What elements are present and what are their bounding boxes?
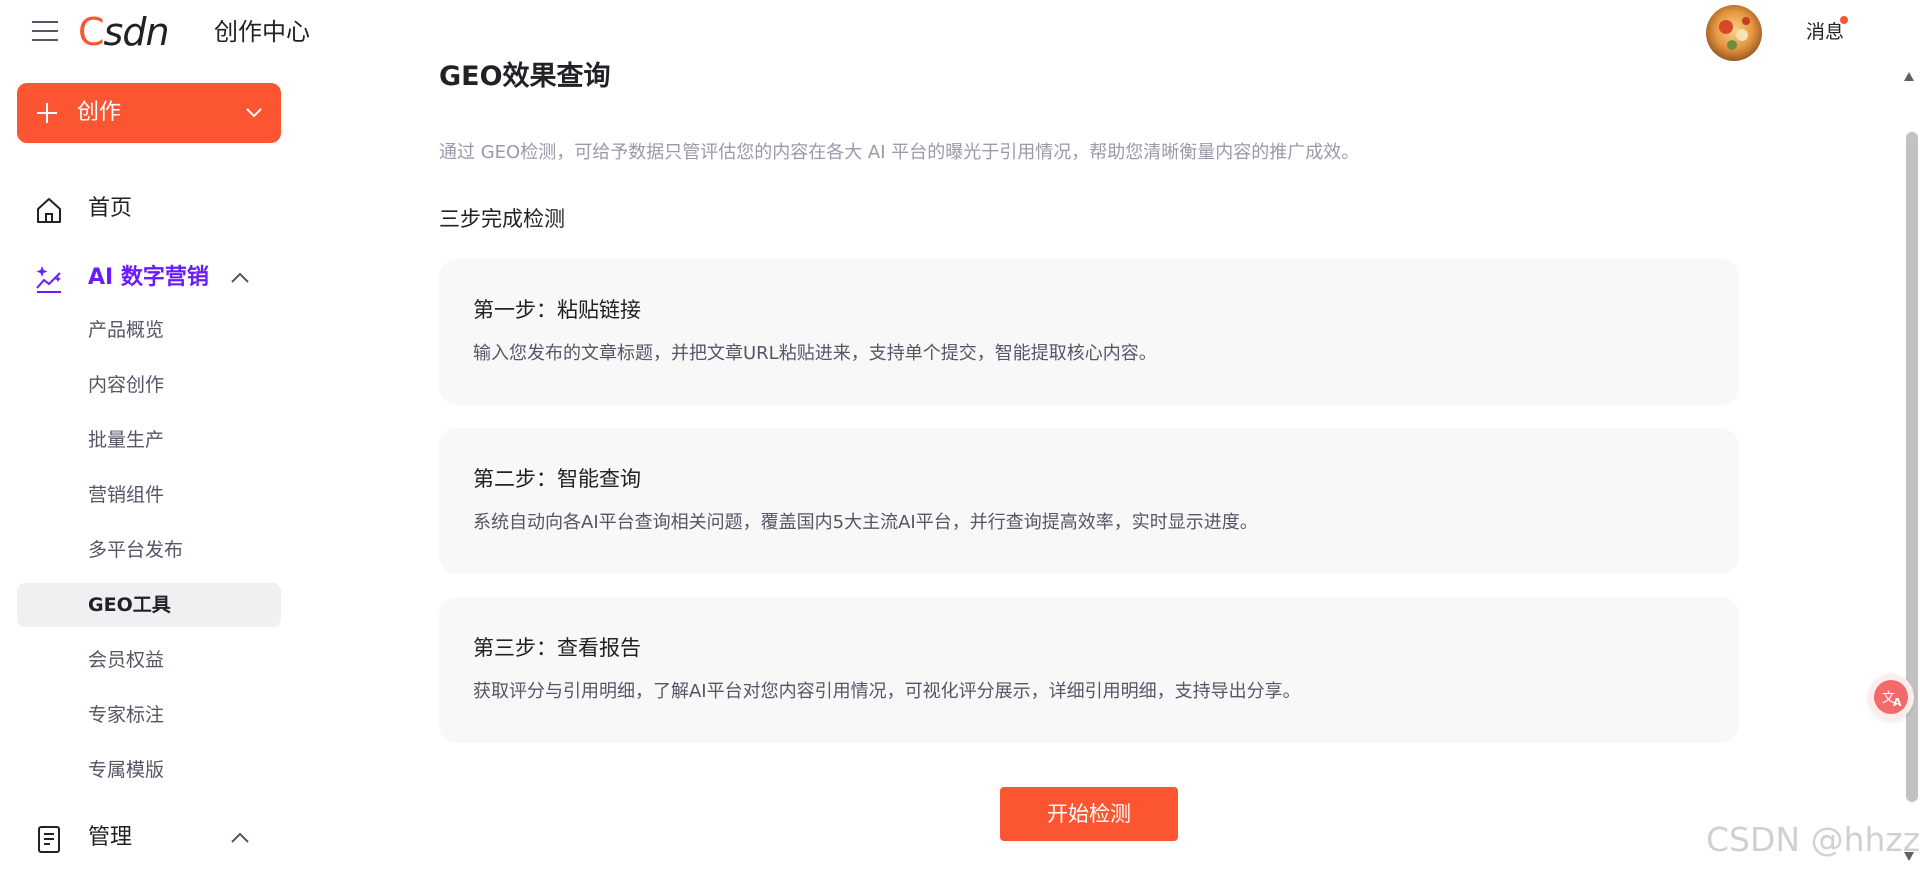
sidebar-subitem-label: 批量生产 bbox=[88, 429, 165, 451]
csdn-logo[interactable]: Csdn bbox=[78, 8, 170, 56]
sidebar-subitem-label: 多平台发布 bbox=[88, 539, 184, 561]
sidebar: 创作 首页 AI 数字营销 产品概览 内容创作 批量生产 营销组件 多平台发布 … bbox=[0, 64, 300, 869]
svg-text:A: A bbox=[1893, 696, 1902, 709]
step-description: 获取评分与引用明细，了解AI平台对您内容引用情况，可视化评分展示，详细引用明细，… bbox=[473, 681, 1301, 702]
sidebar-subitem-multi-platform-publish[interactable]: 多平台发布 bbox=[17, 528, 281, 572]
sidebar-subitem-batch-production[interactable]: 批量生产 bbox=[17, 418, 281, 462]
translate-icon: 文 A bbox=[1874, 680, 1908, 714]
translate-float-button[interactable]: 文 A bbox=[1868, 674, 1914, 720]
step-title: 第二步：智能查询 bbox=[473, 467, 641, 491]
chevron-down-icon[interactable] bbox=[245, 105, 263, 119]
step-card-2: 第二步：智能查询 系统自动向各AI平台查询相关问题，覆盖国内5大主流AI平台，并… bbox=[439, 428, 1739, 574]
sidebar-subitem-label: 产品概览 bbox=[88, 319, 165, 341]
start-detection-button[interactable]: 开始检测 bbox=[1000, 787, 1178, 841]
home-icon bbox=[37, 198, 61, 223]
scroll-up-arrow[interactable] bbox=[1904, 72, 1914, 81]
menu-icon[interactable] bbox=[32, 20, 58, 42]
sidebar-subitem-marketing-components[interactable]: 营销组件 bbox=[17, 473, 281, 517]
step-card-1: 第一步：粘贴链接 输入您发布的文章标题，并把文章URL粘贴进来，支持单个提交，智… bbox=[439, 259, 1739, 405]
sidebar-item-label: 首页 bbox=[88, 196, 133, 221]
top-bar: Csdn 创作中心 消息 bbox=[0, 0, 1920, 64]
logo-text: Csdn bbox=[78, 10, 170, 54]
page-description: 通过 GEO检测，可给予数据只管评估您的内容在各大 AI 平台的曝光于引用情况，… bbox=[439, 142, 1360, 163]
steps-heading: 三步完成检测 bbox=[439, 207, 565, 231]
sidebar-subitem-member-benefits[interactable]: 会员权益 bbox=[17, 638, 281, 682]
sidebar-subitem-label: GEO工具 bbox=[88, 594, 171, 616]
step-card-3: 第三步：查看报告 获取评分与引用明细，了解AI平台对您内容引用情况，可视化评分展… bbox=[439, 597, 1739, 743]
sidebar-subitem-label: 营销组件 bbox=[88, 484, 165, 506]
plus-icon bbox=[37, 103, 57, 123]
page-title: GEO效果查询 bbox=[439, 61, 611, 92]
step-description: 输入您发布的文章标题，并把文章URL粘贴进来，支持单个提交，智能提取核心内容。 bbox=[473, 343, 1157, 364]
sidebar-subitem-product-overview[interactable]: 产品概览 bbox=[17, 308, 281, 352]
sidebar-subitem-content-creation[interactable]: 内容创作 bbox=[17, 363, 281, 407]
sidebar-item-ai-marketing[interactable]: AI 数字营销 bbox=[0, 250, 300, 306]
sidebar-subitem-label: 专家标注 bbox=[88, 704, 165, 726]
sidebar-subitem-geo-tool[interactable]: GEO工具 bbox=[17, 583, 281, 627]
chevron-up-icon[interactable] bbox=[230, 272, 250, 284]
sidebar-subitem-label: 专属模版 bbox=[88, 759, 165, 781]
sidebar-subitem-expert-annotation[interactable]: 专家标注 bbox=[17, 693, 281, 737]
sidebar-subitem-label: 会员权益 bbox=[88, 649, 165, 671]
watermark: CSDN @hhzz bbox=[1706, 820, 1920, 859]
step-description: 系统自动向各AI平台查询相关问题，覆盖国内5大主流AI平台，并行查询提高效率，实… bbox=[473, 512, 1258, 533]
sidebar-item-home[interactable]: 首页 bbox=[0, 181, 300, 237]
sidebar-subitem-label: 内容创作 bbox=[88, 374, 165, 396]
messages-link[interactable]: 消息 bbox=[1806, 18, 1844, 46]
document-icon bbox=[38, 826, 60, 853]
create-button-label: 创作 bbox=[77, 100, 122, 125]
avatar-image bbox=[1706, 5, 1762, 61]
page-section-title: 创作中心 bbox=[214, 18, 310, 46]
sidebar-item-manage[interactable]: 管理 bbox=[0, 810, 300, 866]
sidebar-item-label: AI 数字营销 bbox=[88, 265, 209, 290]
sidebar-item-label: 管理 bbox=[88, 825, 133, 850]
step-title: 第三步：查看报告 bbox=[473, 636, 641, 660]
step-title: 第一步：粘贴链接 bbox=[473, 298, 641, 322]
messages-unread-dot bbox=[1840, 16, 1848, 24]
chevron-up-icon[interactable] bbox=[230, 832, 250, 844]
ai-trend-icon bbox=[36, 266, 61, 293]
avatar[interactable] bbox=[1706, 5, 1762, 61]
create-button[interactable]: 创作 bbox=[17, 83, 281, 143]
sidebar-subitem-exclusive-templates[interactable]: 专属模版 bbox=[17, 748, 281, 792]
